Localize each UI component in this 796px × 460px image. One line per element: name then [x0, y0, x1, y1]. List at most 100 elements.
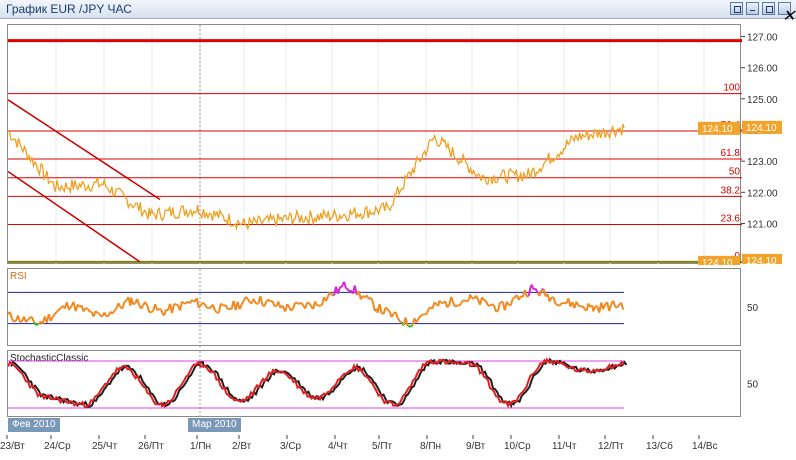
- rsi-segment: [211, 304, 216, 311]
- rsi-segment: [267, 298, 272, 303]
- rsi-segment: [263, 300, 268, 307]
- rsi-segment: [171, 303, 175, 314]
- time-tick-label: 14/Вс: [692, 441, 718, 452]
- close-icon[interactable]: ✕: [778, 2, 795, 25]
- rsi-segment: [427, 306, 432, 311]
- bottom-price-label: 124.10: [746, 256, 777, 264]
- rsi-segment: [54, 311, 58, 315]
- rsi-segment: [65, 301, 70, 310]
- rsi-segment: [35, 323, 39, 326]
- stochastic-title: StochasticClassic: [10, 353, 88, 364]
- rsi-segment: [300, 302, 305, 306]
- rsi-segment: [281, 305, 286, 310]
- rsi-segment: [304, 302, 309, 309]
- month-marker-feb: Фев 2010: [8, 418, 60, 432]
- month-marker-mar: Мар 2010: [188, 418, 241, 432]
- rsi-segment: [558, 302, 563, 307]
- rsi-title: RSI: [10, 271, 27, 282]
- rsi-segment: [489, 303, 493, 307]
- rsi-segment: [458, 302, 462, 307]
- rsi-segment: [85, 307, 88, 310]
- rsi-segment: [213, 309, 218, 314]
- rsi-segment: [123, 299, 128, 303]
- rsi-segment: [220, 302, 224, 306]
- rsi-segment: [146, 305, 151, 313]
- price-tick-label: 122.00: [747, 188, 778, 199]
- rsi-segment: [238, 304, 243, 310]
- rsi-segment: [27, 316, 31, 321]
- price-axis: 127.00126.00125.00124.00123.00122.00121.…: [741, 24, 796, 267]
- rsi-segment: [491, 303, 495, 307]
- rsi-segment: [512, 296, 516, 300]
- rsi-segment: [224, 304, 229, 310]
- stochastic-panel[interactable]: StochasticClassic: [7, 350, 741, 418]
- rsi-segment: [390, 313, 395, 318]
- time-tick-label: 13/Сб: [646, 440, 673, 452]
- rsi-segment: [345, 287, 350, 292]
- time-tick-label: 3/Ср: [280, 441, 302, 452]
- rsi-segment: [202, 301, 206, 306]
- time-tick-label: 2/Вт: [232, 441, 252, 452]
- time-tick-label: 25/Чт: [92, 441, 118, 452]
- rsi-segment: [417, 315, 422, 320]
- rsi-segment: [620, 302, 625, 310]
- rsi-segment: [117, 302, 122, 308]
- price-tick-label: 123.00: [747, 157, 778, 168]
- rsi-segment: [49, 316, 54, 322]
- chart-price-tag-label: 124.10: [702, 124, 733, 135]
- minimize-icon[interactable]: [746, 2, 759, 15]
- rsi-segment: [548, 296, 553, 302]
- window-title: График EUR /JPY ЧАС: [6, 2, 132, 16]
- rsi-segment: [483, 299, 487, 302]
- rsi-segment: [82, 307, 87, 313]
- rsi-segment: [113, 307, 118, 312]
- time-tick-label: 24/Ср: [44, 441, 71, 452]
- rsi-segment: [150, 309, 154, 314]
- rsi-segment: [158, 307, 162, 311]
- rsi-segment: [371, 301, 376, 312]
- rsi-segment: [314, 301, 317, 305]
- fib-level-label: 61.8: [721, 148, 741, 159]
- time-tick-label: 4/Чт: [328, 441, 348, 452]
- rsi-segment: [608, 304, 613, 312]
- rsi-segment: [509, 298, 514, 306]
- rsi-segment: [17, 315, 21, 323]
- rsi-segment: [384, 306, 389, 311]
- tile-icon[interactable]: [730, 2, 743, 15]
- rsi-segment: [577, 304, 581, 308]
- price-panel[interactable]: 10076.461.85038.223.60124.10124.10: [7, 24, 742, 269]
- stochastic-chart: StochasticClassic: [7, 351, 628, 418]
- rsi-segment: [454, 304, 458, 308]
- rsi-segment: [581, 305, 586, 310]
- rsi-segment: [438, 299, 442, 304]
- fib-level-label: 23.6: [721, 213, 741, 224]
- rsi-segment: [121, 301, 126, 309]
- price-line: [7, 123, 625, 231]
- rsi-segment: [58, 307, 62, 311]
- rsi-segment: [394, 311, 399, 318]
- rsi-segment: [433, 301, 438, 306]
- rsi-panel[interactable]: RSI: [7, 268, 741, 347]
- rsi-segment: [339, 285, 343, 289]
- rsi-segment: [203, 303, 208, 309]
- rsi-segment: [485, 300, 489, 307]
- fib-level-label: 50: [729, 167, 741, 178]
- rsi-segment: [386, 308, 391, 313]
- rsi-segment: [475, 295, 479, 301]
- rsi-segment: [319, 304, 323, 307]
- rsi-segment: [191, 299, 194, 302]
- rsi-segment: [181, 300, 185, 305]
- maximize-icon[interactable]: [762, 2, 775, 15]
- rsi-segment: [378, 303, 383, 314]
- rsi-segment: [25, 318, 29, 323]
- current-price-label: 124.10: [746, 123, 777, 134]
- rsi-segment: [160, 309, 163, 313]
- rsi-segment: [495, 309, 499, 313]
- rsi-segment: [530, 284, 535, 290]
- rsi-segment: [11, 318, 15, 323]
- stochastic-axis: 50: [741, 350, 796, 417]
- rsi-segment: [252, 298, 256, 302]
- rsi-tick-label: 50: [747, 303, 759, 314]
- rsi-segment: [425, 309, 430, 315]
- rsi-segment: [419, 313, 423, 317]
